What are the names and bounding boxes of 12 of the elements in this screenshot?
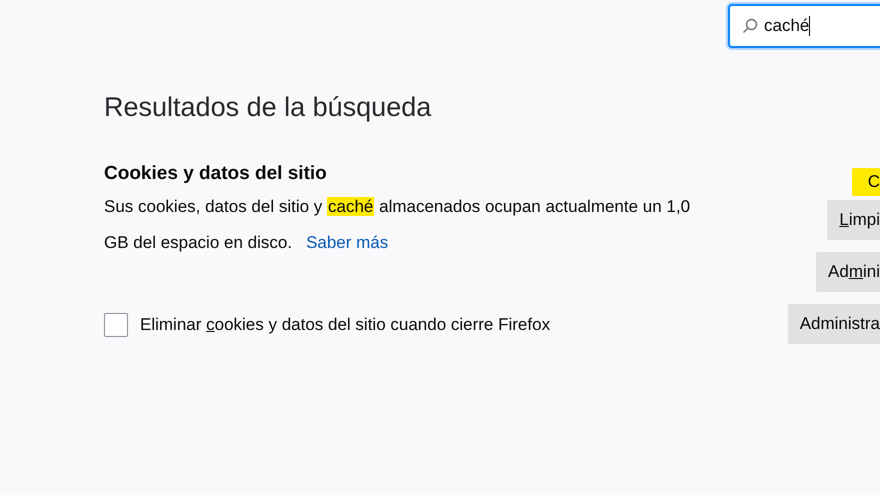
- settings-button[interactable]: Administra: [788, 304, 880, 344]
- search-match-button[interactable]: C: [852, 168, 880, 196]
- learn-more-link[interactable]: Saber más: [306, 233, 388, 252]
- search-field[interactable]: caché: [728, 4, 880, 48]
- search-results-heading: Resultados de la búsqueda: [104, 92, 432, 123]
- storage-description: Sus cookies, datos del sitio y caché almacenados ocupan actualmente un 1,0 GB del espacio en disco. Saber más: [104, 196, 692, 254]
- checkbox[interactable]: [104, 313, 128, 337]
- settings-button[interactable]: Limpi: [827, 200, 880, 240]
- search-icon: [742, 18, 758, 34]
- settings-button[interactable]: Admini: [816, 252, 880, 292]
- section-title: Cookies y datos del sitio: [104, 163, 328, 185]
- checkbox-label: Eliminar cookies y datos del sitio cuando cierre Firefox: [140, 315, 550, 335]
